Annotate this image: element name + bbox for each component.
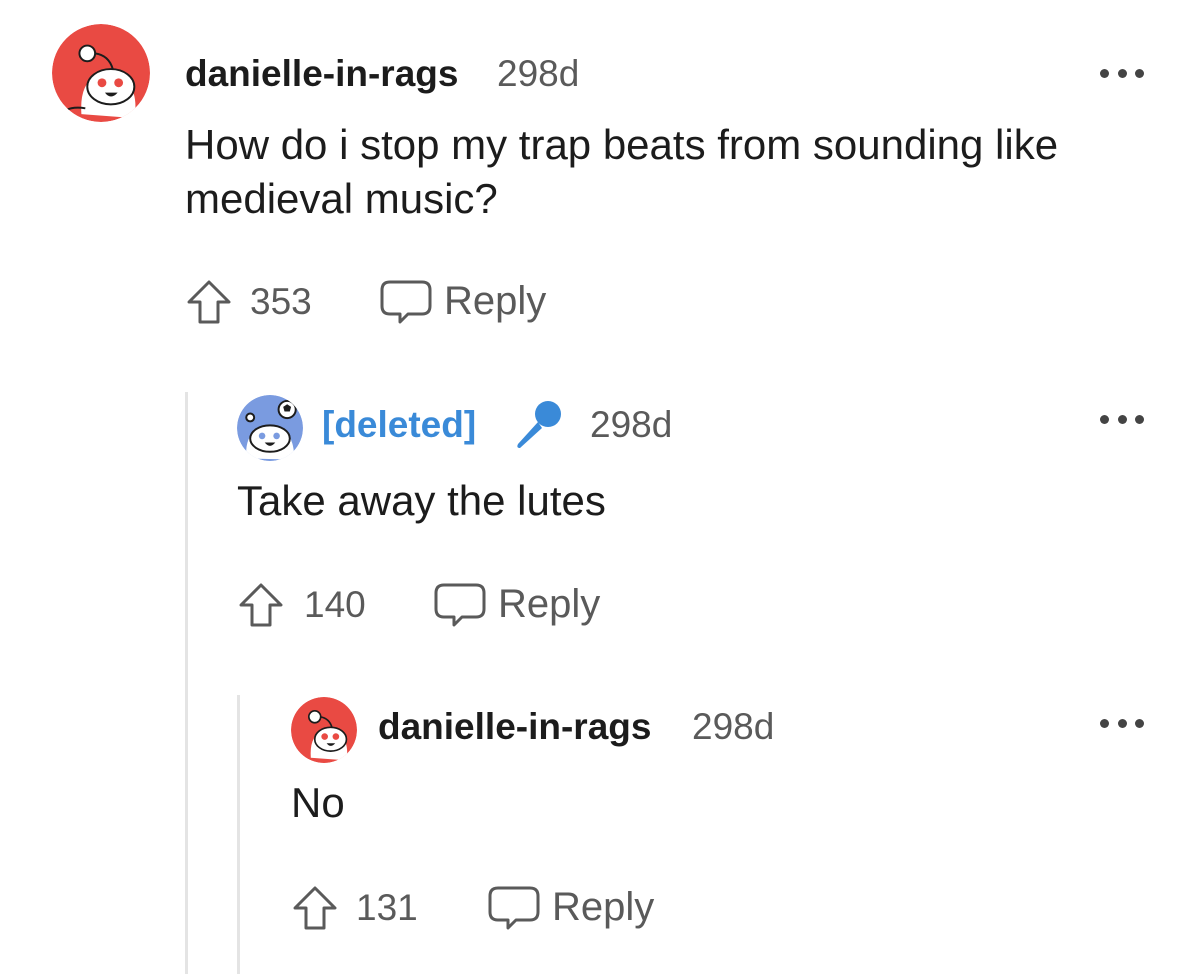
dot-icon (1100, 414, 1109, 424)
comment-body: No (291, 779, 345, 826)
upvote-icon[interactable] (237, 581, 285, 629)
reply-button[interactable]: Reply (444, 279, 546, 324)
dot-icon (1135, 718, 1144, 728)
dot-icon (1117, 414, 1127, 424)
reply-bubble-icon[interactable] (486, 884, 542, 932)
dot-icon (1100, 718, 1109, 728)
comment-body: Take away the lutes (237, 477, 606, 524)
comment-username[interactable]: [deleted] (322, 404, 476, 446)
comment-username[interactable]: danielle-in-rags (185, 53, 458, 95)
snoo-avatar-red-icon (291, 697, 357, 763)
comment-age: 298d (590, 404, 673, 445)
microphone-icon (517, 401, 561, 448)
user-avatar[interactable] (52, 24, 150, 122)
reply-button[interactable]: Reply (498, 582, 600, 627)
dot-icon (1117, 68, 1127, 78)
thread-line-level-2[interactable] (237, 695, 240, 974)
upvote-count: 353 (250, 281, 312, 322)
upvote-count: 140 (304, 584, 366, 625)
comment-username[interactable]: danielle-in-rags (378, 706, 651, 748)
snoo-avatar-blue-icon (237, 395, 303, 461)
more-options-button[interactable] (1100, 412, 1144, 426)
reply-bubble-icon[interactable] (378, 278, 434, 326)
dot-icon (1117, 718, 1127, 728)
dot-icon (1135, 414, 1144, 424)
more-options-button[interactable] (1100, 66, 1144, 80)
comment-body: How do i stop my trap beats from soundin… (185, 121, 1059, 222)
user-avatar[interactable] (291, 697, 357, 763)
comment-age: 298d (692, 706, 775, 747)
reply-bubble-icon[interactable] (432, 581, 488, 629)
upvote-icon[interactable] (291, 884, 339, 932)
more-options-button[interactable] (1100, 716, 1144, 730)
user-avatar[interactable] (237, 395, 303, 461)
dot-icon (1135, 68, 1144, 78)
upvote-icon[interactable] (185, 278, 233, 326)
upvote-count: 131 (356, 887, 418, 928)
dot-icon (1100, 68, 1109, 78)
snoo-avatar-red-icon (52, 24, 150, 122)
comment-age: 298d (497, 53, 580, 94)
thread-line-level-1[interactable] (185, 392, 188, 974)
reply-button[interactable]: Reply (552, 885, 654, 930)
